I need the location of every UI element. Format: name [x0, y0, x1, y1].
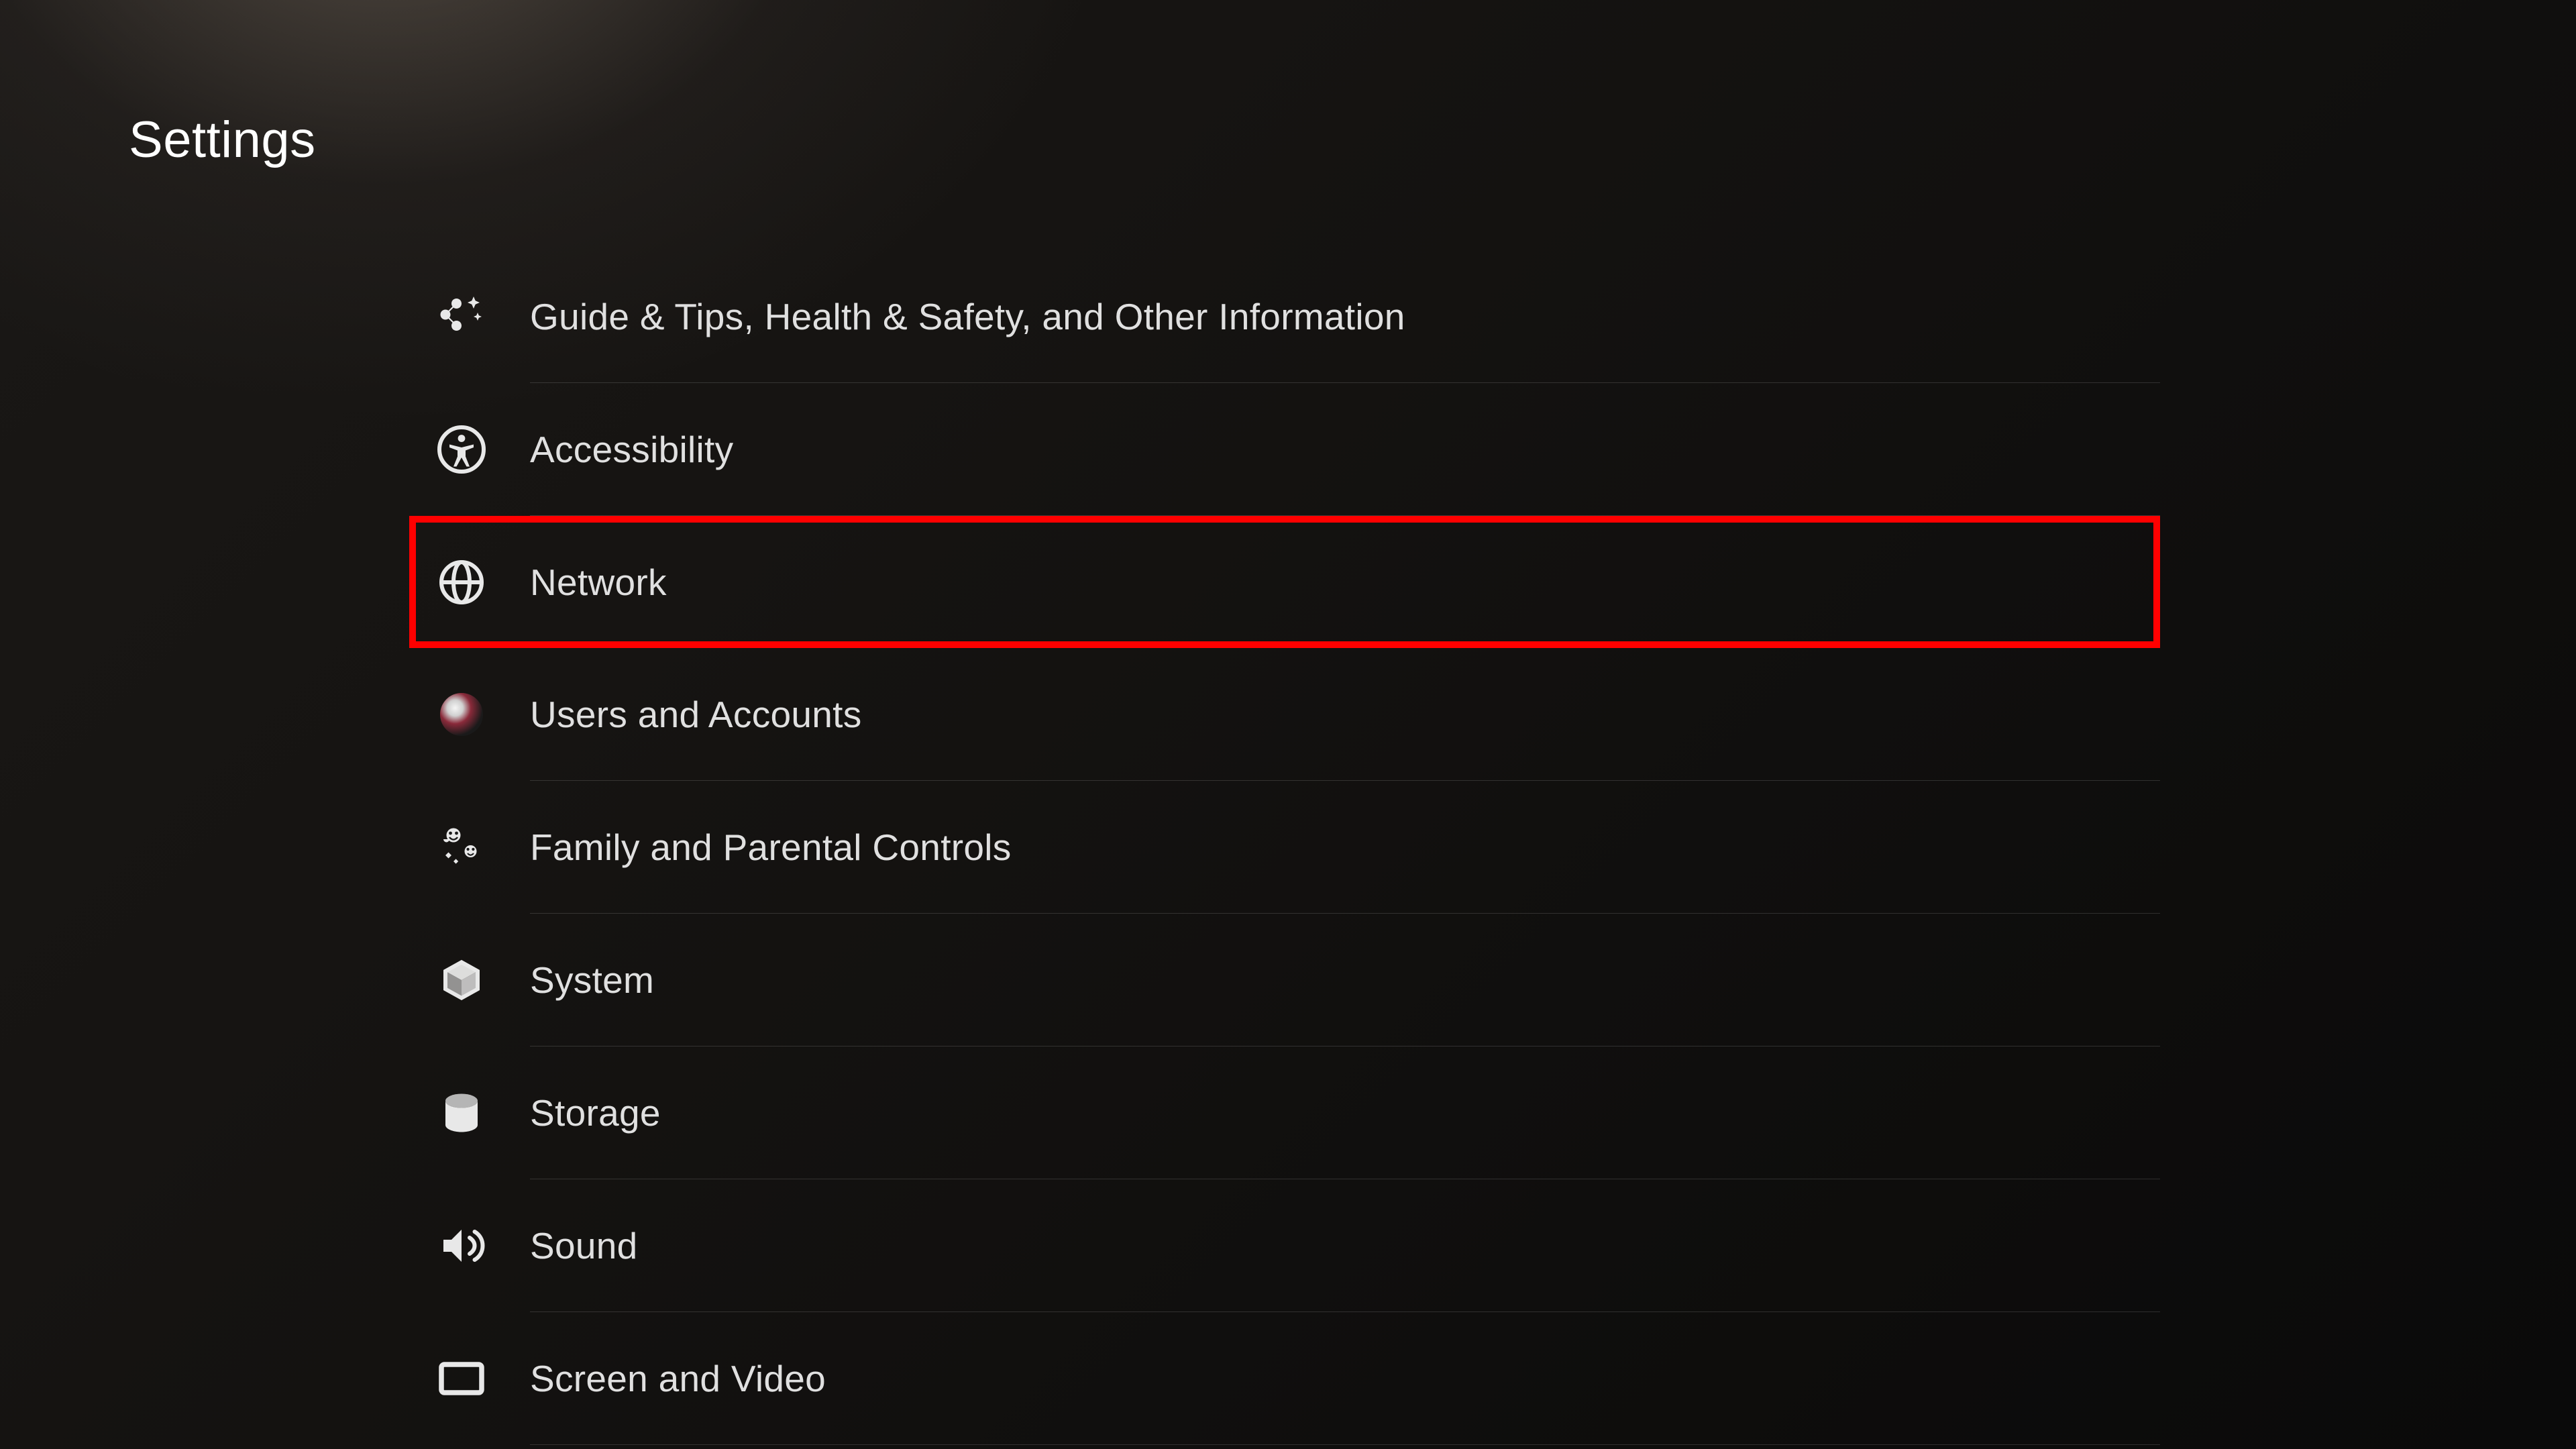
- menu-item-sound[interactable]: Sound: [409, 1179, 2160, 1311]
- avatar-icon: [437, 690, 486, 739]
- settings-menu: Guide & Tips, Health & Safety, and Other…: [409, 250, 2160, 1445]
- menu-item-family-parental[interactable]: Family and Parental Controls: [409, 781, 2160, 913]
- screen-icon: [437, 1354, 486, 1403]
- family-icon: [437, 823, 486, 871]
- sound-icon: [437, 1222, 486, 1270]
- page-title: Settings: [129, 111, 316, 169]
- menu-item-label: System: [530, 959, 654, 1002]
- menu-item-system[interactable]: System: [409, 914, 2160, 1046]
- menu-item-label: Network: [530, 561, 667, 604]
- globe-icon: [437, 558, 486, 606]
- divider: [530, 1444, 2160, 1445]
- accessibility-icon: [437, 425, 486, 474]
- menu-item-label: Storage: [530, 1091, 661, 1134]
- menu-item-label: Family and Parental Controls: [530, 826, 1012, 869]
- menu-item-label: Sound: [530, 1224, 638, 1267]
- menu-item-label: Users and Accounts: [530, 693, 862, 736]
- menu-item-accessibility[interactable]: Accessibility: [409, 383, 2160, 515]
- menu-item-label: Guide & Tips, Health & Safety, and Other…: [530, 295, 1405, 338]
- menu-item-label: Accessibility: [530, 428, 733, 471]
- menu-item-guide-tips[interactable]: Guide & Tips, Health & Safety, and Other…: [409, 250, 2160, 382]
- menu-item-screen-video[interactable]: Screen and Video: [409, 1312, 2160, 1444]
- storage-icon: [437, 1089, 486, 1137]
- menu-item-users-accounts[interactable]: Users and Accounts: [409, 648, 2160, 780]
- guide-tips-icon: [437, 292, 486, 341]
- menu-item-label: Screen and Video: [530, 1357, 826, 1400]
- cube-icon: [437, 956, 486, 1004]
- menu-item-network[interactable]: Network: [409, 516, 2160, 648]
- menu-item-storage[interactable]: Storage: [409, 1046, 2160, 1179]
